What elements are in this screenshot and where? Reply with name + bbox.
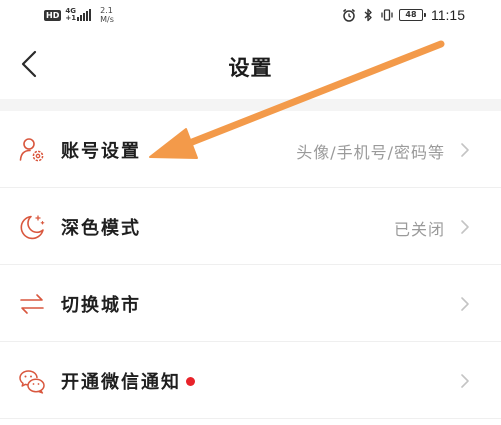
chevron-right-icon: [461, 220, 469, 234]
network-speed-unit: M/s: [100, 15, 114, 24]
page-title: 设置: [228, 56, 273, 80]
battery-level: 48: [405, 10, 417, 19]
signal-icon: [77, 9, 92, 21]
settings-row-dark-mode[interactable]: 深色模式 已关闭: [0, 188, 501, 265]
wechat-icon: [19, 370, 45, 394]
network-generation: 4G +1: [65, 8, 76, 22]
settings-row-value: 头像/手机号/密码等: [296, 143, 445, 162]
chevron-right-icon: [461, 297, 469, 311]
settings-row-wechat-notify[interactable]: 开通微信通知: [0, 342, 501, 419]
network-speed: 2.1 M/s: [100, 6, 114, 24]
vibrate-icon: [381, 9, 393, 21]
settings-row-switch-city[interactable]: 切换城市: [0, 265, 501, 342]
status-bar: HD 4G +1 2.1 M/s 48 11:15: [0, 0, 501, 30]
notification-dot: [186, 376, 195, 386]
settings-row-value: 已关闭: [393, 220, 445, 239]
swap-arrows-icon: [20, 294, 44, 314]
user-gear-icon: [19, 138, 44, 162]
hd-badge: HD: [44, 9, 62, 21]
alarm-icon: [343, 8, 355, 22]
settings-row-label-group: 开通微信通知: [61, 368, 195, 394]
settings-row-label: 开通微信通知: [61, 372, 181, 393]
section-divider: [0, 99, 501, 111]
chevron-right-icon: [461, 143, 469, 157]
status-time: 11:15: [431, 7, 465, 23]
network-speed-value: 2.1: [100, 6, 113, 15]
settings-row-label: 账号设置: [61, 141, 141, 162]
bluetooth-icon: [364, 8, 372, 22]
chevron-right-icon: [461, 374, 469, 388]
battery-icon: 48: [399, 9, 426, 21]
nav-bar: 设置: [0, 30, 501, 102]
settings-row-label: 切换城市: [61, 295, 141, 316]
settings-screen: HD 4G +1 2.1 M/s 48 11:15 设置 账号设置 头像/手机号…: [0, 0, 501, 425]
settings-row-label: 深色模式: [61, 218, 141, 239]
settings-row-account[interactable]: 账号设置 头像/手机号/密码等: [0, 111, 501, 188]
network-bottom-label: +1: [65, 14, 77, 22]
settings-list: 账号设置 头像/手机号/密码等 深色模式 已关闭 切换城市 开通微信通知: [0, 111, 501, 419]
status-left-group: HD 4G +1 2.1 M/s: [44, 5, 114, 25]
moon-stars-icon: [20, 215, 45, 240]
status-right-group: 48 11:15: [342, 5, 465, 25]
